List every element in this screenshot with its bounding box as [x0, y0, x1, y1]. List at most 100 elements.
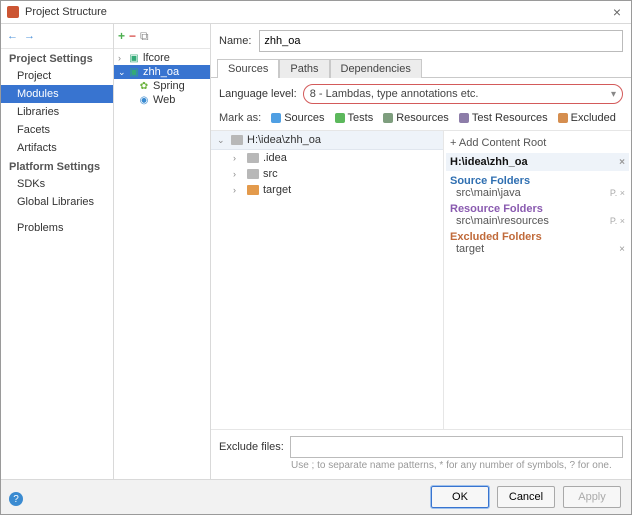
sidebar-item-sdks[interactable]: SDKs	[1, 175, 113, 193]
sidebar-item-modules[interactable]: Modules	[1, 85, 113, 103]
folder-tree-item-label: target	[263, 184, 291, 196]
sidebar-item-libraries[interactable]: Libraries	[1, 103, 113, 121]
module-tree-item-label: zhh_oa	[143, 66, 179, 78]
nav-forward-icon[interactable]: →	[24, 30, 35, 42]
content-folder-tree[interactable]: ⌄ H:\idea\zhh_oa › .idea › src › target	[211, 131, 444, 429]
roots-group-resource-folders: Resource Folders	[450, 203, 625, 215]
language-level-label: Language level:	[219, 88, 297, 100]
module-tree[interactable]: ›▣lfcore⌄▣zhh_oa✿Spring◉Web	[114, 49, 210, 479]
mark-as-excluded-button[interactable]: Excluded	[558, 112, 616, 124]
mark-as-label-text: Test Resources	[472, 112, 548, 124]
folder-tree-item-src[interactable]: › src	[211, 166, 443, 182]
entry-actions[interactable]: P. ×	[610, 188, 625, 198]
dialog-button-row: OK Cancel Apply	[1, 479, 631, 514]
folder-tree-item-label: src	[263, 168, 278, 180]
expander-icon[interactable]: ⌄	[118, 67, 128, 78]
module-tree-item-zhh_oa[interactable]: ⌄▣zhh_oa	[114, 65, 210, 79]
chevron-right-icon[interactable]: ›	[233, 153, 243, 163]
remove-entry-icon[interactable]: ×	[619, 244, 625, 255]
add-content-root-button[interactable]: + Add Content Root	[450, 135, 625, 151]
mark-as-resources-button[interactable]: Resources	[383, 112, 449, 124]
exclude-files-hint: Use ; to separate name patterns, * for a…	[211, 458, 631, 479]
app-icon	[7, 6, 19, 18]
sources-split: ⌄ H:\idea\zhh_oa › .idea › src › target + Add…	[211, 130, 631, 429]
content-root-path[interactable]: H:\idea\zhh_oa ×	[446, 153, 629, 171]
add-module-icon[interactable]: +	[118, 29, 125, 43]
content-roots-panel: + Add Content Root H:\idea\zhh_oa × Sour…	[444, 131, 631, 429]
roots-entry[interactable]: src\main\resourcesP. ×	[450, 215, 625, 227]
module-tree-item-web[interactable]: ◉Web	[114, 93, 210, 107]
module-tree-item-lfcore[interactable]: ›▣lfcore	[114, 51, 210, 65]
sources-tab-content: Language level: 8 - Lambdas, type annota…	[211, 78, 631, 479]
sidebar-item-project[interactable]: Project	[1, 67, 113, 85]
expander-icon[interactable]: ›	[118, 53, 128, 63]
folder-icon	[247, 185, 259, 195]
chevron-down-icon: ⌄	[217, 135, 227, 146]
folder-icon	[231, 135, 243, 145]
tab-paths[interactable]: Paths	[279, 59, 329, 78]
tab-dependencies[interactable]: Dependencies	[330, 59, 422, 78]
folder-color-icon	[558, 113, 568, 123]
roots-entry[interactable]: src\main\java P. ×	[450, 187, 625, 199]
language-level-select[interactable]: 8 - Lambdas, type annotations etc.	[303, 84, 623, 104]
mark-as-row: Mark as: Sources Tests Resources Test Resou…	[211, 110, 631, 130]
language-level-value: 8 - Lambdas, type annotations etc.	[310, 88, 479, 100]
folder-tree-item-label: .idea	[263, 152, 287, 164]
nav-back-icon[interactable]: ←	[7, 30, 18, 42]
sidebar-item-artifacts[interactable]: Artifacts	[1, 139, 113, 157]
mark-as-label-text: Tests	[348, 112, 374, 124]
mark-as-label-text: Sources	[284, 112, 324, 124]
folder-color-icon	[271, 113, 281, 123]
folder-tree-item-target[interactable]: › target	[211, 182, 443, 198]
folder-color-icon	[459, 113, 469, 123]
folder-tree-item-idea[interactable]: › .idea	[211, 150, 443, 166]
sidebar-section-platform-settings: Platform Settings	[1, 157, 113, 175]
help-icon[interactable]: ?	[9, 492, 23, 506]
folder-tree-root[interactable]: ⌄ H:\idea\zhh_oa	[211, 131, 443, 150]
chevron-right-icon[interactable]: ›	[233, 185, 243, 195]
module-tree-item-label: Spring	[153, 80, 185, 92]
folder-tree-root-label: H:\idea\zhh_oa	[247, 134, 321, 146]
apply-button: Apply	[563, 486, 621, 508]
module-tree-item-spring[interactable]: ✿Spring	[114, 79, 210, 93]
folder-color-icon	[383, 113, 393, 123]
cancel-button[interactable]: Cancel	[497, 486, 555, 508]
mark-as-label: Mark as:	[219, 112, 261, 124]
mark-as-sources-button[interactable]: Sources	[271, 112, 324, 124]
folder-icon	[247, 153, 259, 163]
web-icon: ◉	[138, 94, 150, 106]
remove-module-icon[interactable]: −	[129, 29, 136, 43]
sidebar-item-facets[interactable]: Facets	[1, 121, 113, 139]
sidebar-nav-toolbar: ← →	[1, 24, 113, 49]
tab-sources[interactable]: Sources	[217, 59, 279, 78]
mark-as-label-text: Resources	[396, 112, 449, 124]
roots-entry[interactable]: target ×	[450, 243, 625, 255]
module-tabs: SourcesPathsDependencies	[211, 58, 631, 78]
sidebar-section-project-settings: Project Settings	[1, 49, 113, 67]
mark-as-tests-button[interactable]: Tests	[335, 112, 374, 124]
mark-as-label-text: Excluded	[571, 112, 616, 124]
mark-as-test-resources-button[interactable]: Test Resources	[459, 112, 548, 124]
spring-icon: ✿	[138, 80, 150, 92]
roots-entry-path: target	[456, 243, 484, 255]
chevron-right-icon[interactable]: ›	[233, 169, 243, 179]
exclude-files-input[interactable]	[290, 436, 623, 458]
close-icon[interactable]: ×	[609, 4, 625, 20]
entry-actions[interactable]: P. ×	[610, 216, 625, 226]
roots-entry-path: src\main\java	[456, 187, 521, 199]
module-tree-item-label: Web	[153, 94, 175, 106]
ok-button[interactable]: OK	[431, 486, 489, 508]
module-name-input[interactable]	[259, 30, 623, 52]
remove-content-root-icon[interactable]: ×	[619, 157, 625, 168]
sidebar-item-global-libraries[interactable]: Global Libraries	[1, 193, 113, 211]
roots-group-source-folders: Source Folders	[450, 175, 625, 187]
copy-module-icon[interactable]: ⧉	[140, 29, 149, 44]
content-root-path-label: H:\idea\zhh_oa	[450, 156, 528, 168]
project-structure-dialog: Project Structure × ← → Project Settings…	[0, 0, 632, 515]
roots-group-excluded-folders: Excluded Folders	[450, 231, 625, 243]
module-details-panel: Name: SourcesPathsDependencies Language …	[211, 24, 631, 479]
settings-sidebar: ← → Project Settings ProjectModulesLibra…	[1, 24, 114, 479]
module-icon: ▣	[128, 52, 140, 64]
sidebar-item-problems[interactable]: Problems	[1, 219, 113, 237]
window-title: Project Structure	[25, 6, 609, 18]
